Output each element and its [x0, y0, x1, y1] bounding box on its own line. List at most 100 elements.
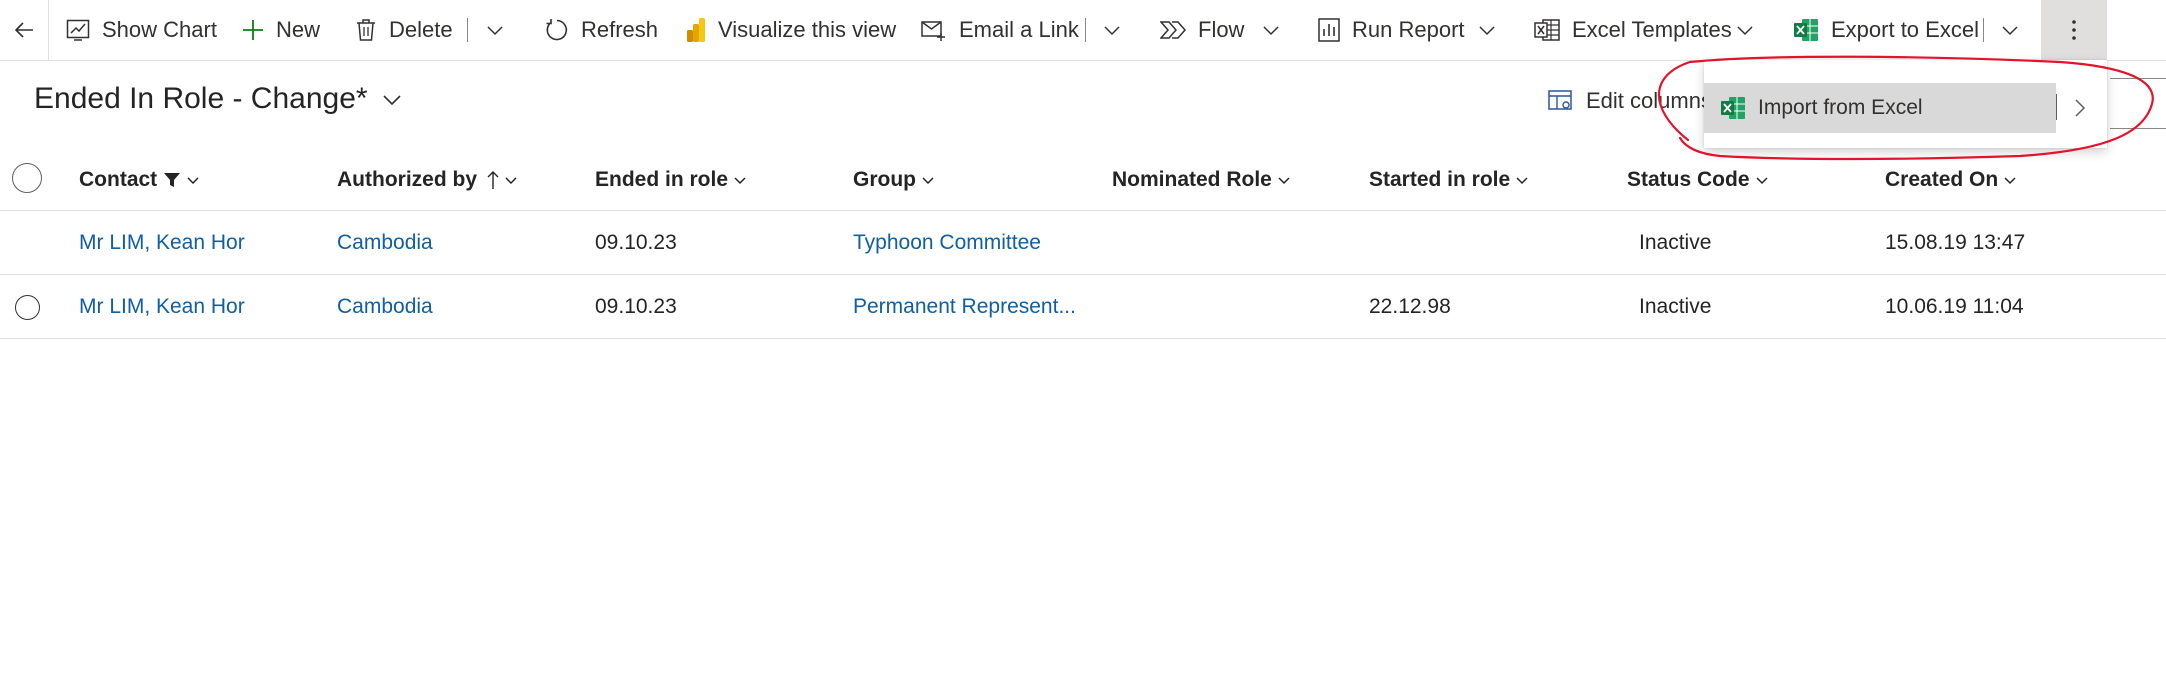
column-header-label: Nominated Role — [1112, 168, 1272, 191]
import-from-excel-menu-item[interactable]: Import from Excel — [1704, 83, 2056, 133]
chevron-down-icon — [1737, 26, 1753, 36]
grid-header: Contact Authorized by Ended in role Grou… — [0, 150, 2166, 211]
divider — [2110, 78, 2166, 79]
filter-icon — [163, 172, 181, 188]
chevron-down-icon — [505, 176, 517, 185]
report-icon — [1318, 18, 1340, 42]
more-commands-button[interactable] — [2041, 0, 2107, 60]
chevron-down-icon — [2002, 26, 2018, 36]
show-chart-label: Show Chart — [102, 17, 217, 42]
created-on-cell: 10.06.19 11:04 — [1885, 294, 2024, 318]
more-vertical-icon — [2072, 20, 2076, 40]
group-link[interactable]: Permanent Represent... — [853, 275, 1076, 338]
excel-templates-dropdown[interactable] — [1736, 0, 1754, 60]
column-header-label: Authorized by — [337, 168, 477, 191]
export-excel-button[interactable]: Export to Excel — [1793, 0, 1979, 60]
import-submenu-button[interactable] — [2074, 94, 2086, 122]
chevron-down-icon — [2004, 176, 2016, 185]
chevron-down-icon — [187, 176, 199, 185]
email-more-button[interactable] — [1103, 0, 1121, 60]
status-code-cell: Inactive — [1639, 294, 1712, 318]
contact-link[interactable]: Mr LIM, Kean Hor — [79, 211, 245, 274]
separator — [2056, 94, 2057, 120]
new-button[interactable]: New — [242, 0, 320, 60]
authorized-by-link[interactable]: Cambodia — [337, 275, 433, 338]
column-header-label: Started in role — [1369, 168, 1511, 191]
chevron-down-icon — [1755, 176, 1768, 185]
table-row[interactable]: Mr LIM, Kean Hor Cambodia 09.10.23 Perma… — [0, 275, 2166, 339]
separator — [1085, 18, 1086, 42]
table-row[interactable]: Mr LIM, Kean Hor Cambodia 09.10.23 Typho… — [0, 211, 2166, 275]
row-select-checkbox[interactable] — [15, 295, 40, 320]
excel-icon — [1720, 96, 1746, 120]
authorized-by-link[interactable]: Cambodia — [337, 211, 433, 274]
created-on-cell: 15.08.19 13:47 — [1885, 230, 2026, 254]
column-header-nominated-role[interactable]: Nominated Role — [1112, 150, 1290, 210]
run-report-label: Run Report — [1352, 17, 1465, 42]
run-report-button[interactable]: Run Report — [1318, 0, 1465, 60]
back-arrow-icon — [14, 22, 33, 38]
flow-label: Flow — [1198, 17, 1245, 42]
command-bar: Show Chart New Delete Refresh Visualize … — [0, 0, 2166, 61]
email-link-icon — [921, 19, 947, 41]
report-dropdown[interactable] — [1478, 0, 1496, 60]
page-title: Ended In Role - Change* — [34, 82, 368, 115]
column-header-status-code[interactable]: Status Code — [1627, 150, 1768, 210]
visualize-button[interactable]: Visualize this view — [686, 0, 896, 60]
chevron-down-icon — [382, 93, 402, 106]
export-excel-label: Export to Excel — [1831, 17, 1979, 42]
chevron-down-icon — [487, 26, 503, 36]
refresh-icon — [545, 18, 569, 42]
delete-button[interactable]: Delete — [355, 0, 453, 60]
column-header-authorized-by[interactable]: Authorized by — [337, 150, 517, 210]
column-header-contact[interactable]: Contact — [79, 150, 199, 210]
flow-icon — [1160, 20, 1186, 40]
flow-button[interactable]: Flow — [1160, 0, 1244, 60]
chevron-down-icon — [1104, 26, 1120, 36]
flow-dropdown[interactable] — [1262, 0, 1280, 60]
started-in-role-cell: 22.12.98 — [1369, 294, 1451, 318]
edit-columns-label: Edit columns — [1586, 88, 1712, 113]
edit-columns-button[interactable]: Edit columns — [1548, 88, 1712, 114]
visualize-label: Visualize this view — [718, 17, 897, 42]
chevron-down-icon — [922, 176, 934, 185]
column-header-label: Ended in role — [595, 168, 729, 191]
trash-icon — [355, 18, 377, 42]
chevron-down-icon — [1263, 26, 1279, 36]
chart-icon — [66, 18, 90, 42]
divider — [2110, 128, 2166, 129]
export-dropdown[interactable] — [2001, 0, 2019, 60]
chevron-down-icon — [1479, 26, 1495, 36]
separator — [467, 18, 468, 42]
new-label: New — [276, 17, 321, 42]
ended-in-role-cell: 09.10.23 — [595, 294, 677, 318]
column-header-label: Created On — [1885, 168, 1999, 191]
back-button[interactable] — [0, 0, 49, 60]
status-code-cell: Inactive — [1639, 230, 1712, 254]
chevron-down-icon — [1516, 176, 1528, 185]
column-header-created-on[interactable]: Created On — [1885, 150, 2016, 210]
email-link-button[interactable]: Email a Link — [921, 0, 1079, 60]
excel-template-icon — [1534, 19, 1560, 41]
email-link-label: Email a Link — [959, 17, 1079, 42]
refresh-label: Refresh — [581, 17, 659, 42]
view-selector[interactable]: Ended In Role - Change* — [34, 82, 402, 116]
delete-more-button[interactable] — [486, 0, 504, 60]
sort-up-icon — [487, 170, 499, 190]
powerbi-icon — [686, 17, 706, 43]
chevron-down-icon — [1278, 176, 1290, 185]
show-chart-button[interactable]: Show Chart — [66, 0, 217, 60]
contact-link[interactable]: Mr LIM, Kean Hor — [79, 275, 245, 338]
column-header-started-in-role[interactable]: Started in role — [1369, 150, 1528, 210]
refresh-button[interactable]: Refresh — [545, 0, 658, 60]
group-link[interactable]: Typhoon Committee — [853, 211, 1041, 274]
column-header-group[interactable]: Group — [853, 150, 934, 210]
excel-templates-label: Excel Templates — [1572, 17, 1732, 42]
import-from-excel-label: Import from Excel — [1758, 96, 1923, 119]
delete-label: Delete — [389, 17, 453, 42]
excel-templates-button[interactable]: Excel Templates — [1534, 0, 1732, 60]
overflow-menu: Import from Excel — [1704, 60, 2107, 148]
edit-columns-icon — [1548, 90, 1574, 112]
separator — [1983, 18, 1984, 42]
column-header-ended-in-role[interactable]: Ended in role — [595, 150, 746, 210]
